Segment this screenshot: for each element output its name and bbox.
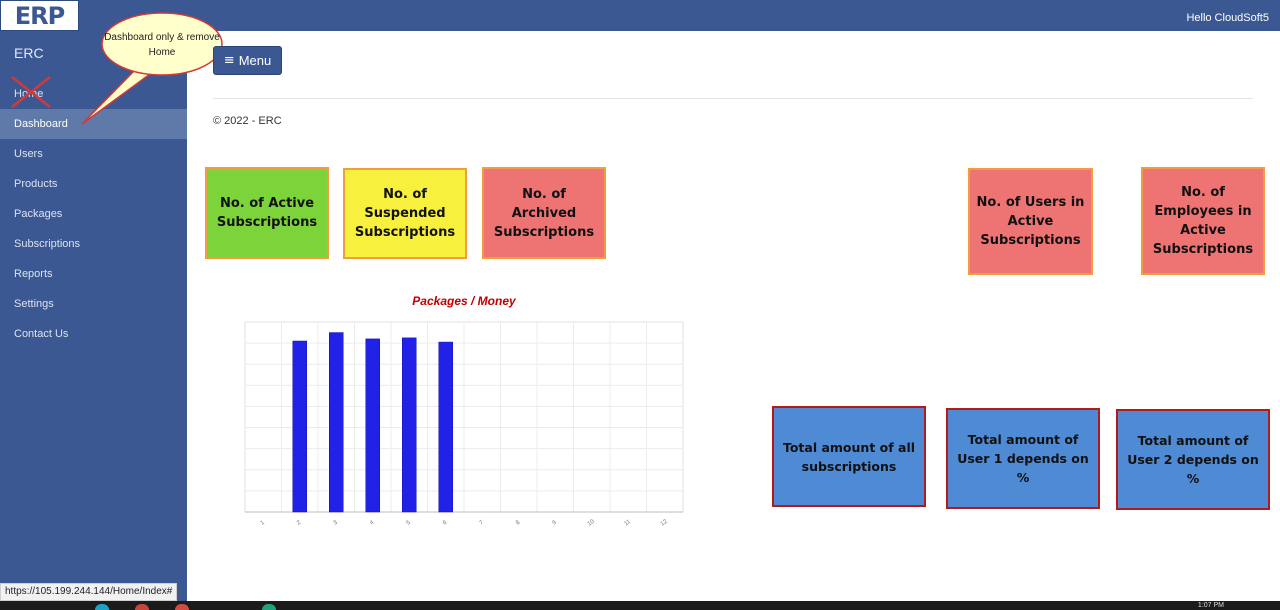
hamburger-icon: ≡: [223, 53, 235, 68]
card-label: No. of Suspended Subscriptions: [354, 187, 456, 240]
chart-tick-label: 11: [623, 519, 632, 528]
sidebar-item-packages[interactable]: Packages: [0, 199, 187, 229]
suspended-subscriptions-card[interactable]: No. of Suspended Subscriptions: [343, 168, 467, 259]
os-taskbar: [0, 601, 1280, 610]
chart-title: Packages / Money: [412, 294, 516, 308]
chart-tick-label: 9: [552, 519, 559, 526]
chart-tick-label: 10: [587, 518, 596, 527]
chart-tick-label: 6: [442, 519, 449, 526]
active-subscriptions-card[interactable]: No. of Active Subscriptions: [205, 167, 329, 259]
card-label: Total amount of User 1 depends on %: [957, 432, 1089, 485]
chart-bar-3[interactable]: [329, 332, 344, 513]
sidebar-brand: ERC: [14, 45, 44, 61]
sidebar-item-contact-us[interactable]: Contact Us: [0, 319, 187, 349]
menu-button[interactable]: ≡ Menu: [213, 46, 282, 75]
total-amount-user1-card[interactable]: Total amount of User 1 depends on %: [946, 408, 1100, 509]
chart-bar-5[interactable]: [402, 337, 417, 513]
chart-bar-6[interactable]: [438, 341, 453, 513]
sidebar-item-products[interactable]: Products: [0, 169, 187, 199]
chart-tick-label: 2: [296, 519, 303, 526]
packages-money-chart: 1 2 3 4 5 6 7 8 9 10 11 12: [244, 321, 684, 528]
card-label: Total amount of User 2 depends on %: [1127, 433, 1259, 486]
taskbar-app-icon[interactable]: [95, 604, 109, 610]
chart-bar-4[interactable]: [365, 338, 380, 513]
card-label: No. of Archived Subscriptions: [493, 186, 595, 240]
card-label: No. of Employees in Active Subscriptions: [1152, 185, 1254, 257]
chart-tick-label: 12: [660, 518, 669, 527]
chart-tick-label: 1: [260, 519, 267, 526]
copyright-text: © 2022 - ERC: [213, 115, 282, 127]
link-preview-status: https://105.199.244.144/Home/Index#: [0, 583, 178, 601]
chart-tick-label: 5: [406, 519, 413, 526]
chart-tick-label: 7: [479, 519, 486, 526]
taskbar-app-icon[interactable]: [175, 604, 189, 610]
total-amount-user2-card[interactable]: Total amount of User 2 depends on %: [1116, 409, 1270, 510]
employees-in-active-subscriptions-card[interactable]: No. of Employees in Active Subscriptions: [1141, 167, 1265, 275]
card-label: No. of Users in Active Subscriptions: [976, 195, 1085, 248]
chart-bar-2[interactable]: [292, 340, 307, 513]
taskbar-app-icon[interactable]: [135, 604, 149, 610]
total-amount-all-card[interactable]: Total amount of all subscriptions: [772, 406, 926, 507]
divider: [213, 98, 1253, 99]
taskbar-clock: 1:07 PM: [1197, 602, 1224, 609]
cross-out-mark-icon: [11, 76, 51, 108]
chart-tick-label: 4: [369, 519, 376, 526]
taskbar-app-icon[interactable]: [262, 604, 276, 610]
sidebar-item-settings[interactable]: Settings: [0, 289, 187, 319]
sidebar-item-users[interactable]: Users: [0, 139, 187, 169]
card-label: Total amount of all subscriptions: [782, 439, 916, 474]
users-in-active-subscriptions-card[interactable]: No. of Users in Active Subscriptions: [968, 168, 1093, 275]
chart-tick-label: 8: [515, 519, 522, 526]
chart-tick-label: 3: [333, 519, 340, 526]
archived-subscriptions-card[interactable]: No. of Archived Subscriptions: [482, 167, 606, 259]
card-label: No. of Active Subscriptions: [216, 196, 318, 230]
user-greeting[interactable]: Hello CloudSoft5: [1186, 12, 1269, 24]
annotation-text: Dashboard only & remove Home: [104, 32, 220, 58]
sidebar-item-reports[interactable]: Reports: [0, 259, 187, 289]
erp-logo[interactable]: ERP: [0, 0, 79, 31]
sidebar-item-subscriptions[interactable]: Subscriptions: [0, 229, 187, 259]
menu-label: Menu: [238, 53, 272, 68]
logo-text: ERP: [14, 1, 65, 30]
